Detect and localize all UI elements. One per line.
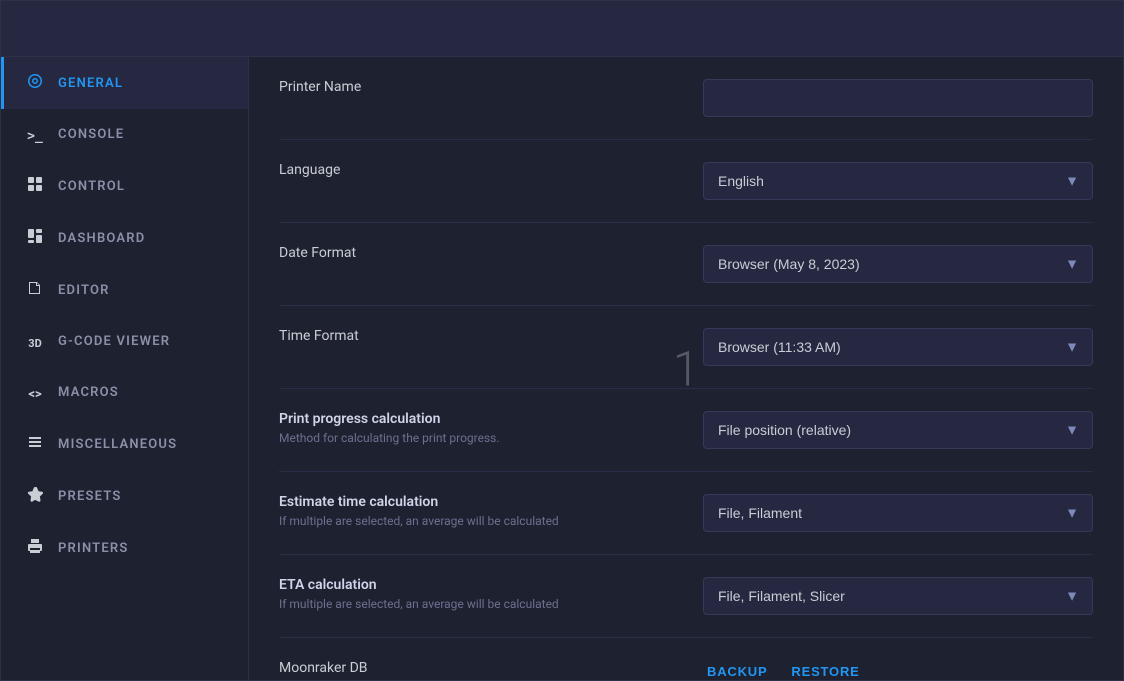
- sidebar-item-console[interactable]: >_ CONSOLE: [1, 109, 248, 160]
- sidebar-item-general[interactable]: GENERAL: [1, 57, 248, 109]
- gcode-viewer-icon: 3D: [24, 332, 46, 351]
- control-icon: [24, 176, 46, 196]
- sidebar-item-dashboard[interactable]: DASHBOARD: [1, 212, 248, 264]
- setting-label-estimate-time: Estimate time calculation: [279, 494, 683, 510]
- setting-row-moonraker-db: Moonraker DB BACKUP RESTORE: [279, 638, 1093, 680]
- setting-label-date-format: Date Format: [279, 245, 683, 261]
- select-wrapper-estimate-time: File, FilamentFileFilamentSlicer▼: [703, 494, 1093, 532]
- select-estimate-time[interactable]: File, FilamentFileFilamentSlicer: [703, 494, 1093, 532]
- setting-row-estimate-time: Estimate time calculation If multiple are…: [279, 472, 1093, 555]
- sidebar-item-printers[interactable]: PRINTERS: [1, 522, 248, 574]
- sidebar-item-gcode-viewer[interactable]: 3D G-CODE VIEWER: [1, 316, 248, 367]
- setting-control-date-format: Browser (May 8, 2023)MM/DD/YYYYDD/MM/YYY…: [703, 245, 1093, 283]
- setting-control-estimate-time: File, FilamentFileFilamentSlicer▼: [703, 494, 1093, 532]
- close-button[interactable]: [1087, 25, 1103, 33]
- setting-label-print-progress: Print progress calculation: [279, 411, 683, 427]
- sidebar-item-label-general: GENERAL: [58, 76, 123, 91]
- setting-label-eta-calculation: ETA calculation: [279, 577, 683, 593]
- sidebar-item-miscellaneous[interactable]: MISCELLANEOUS: [1, 418, 248, 470]
- setting-label-area-estimate-time: Estimate time calculation If multiple are…: [279, 494, 683, 528]
- backup-button[interactable]: BACKUP: [703, 660, 771, 680]
- modal-body: GENERAL >_ CONSOLE CONTROL DASHBOARD EDI…: [1, 57, 1123, 680]
- setting-row-date-format: Date Format Browser (May 8, 2023)MM/DD/YY…: [279, 223, 1093, 306]
- select-wrapper-eta-calculation: File, Filament, SlicerFileFilamentSlicer…: [703, 577, 1093, 615]
- sidebar-item-label-printers: PRINTERS: [58, 541, 128, 556]
- printers-icon: [24, 538, 46, 558]
- select-eta-calculation[interactable]: File, Filament, SlicerFileFilamentSlicer: [703, 577, 1093, 615]
- sidebar-item-label-control: CONTROL: [58, 179, 125, 194]
- setting-row-print-progress: Print progress calculation Method for cal…: [279, 389, 1093, 472]
- sidebar-item-label-console: CONSOLE: [58, 127, 124, 142]
- general-icon: [24, 73, 46, 93]
- presets-icon: [24, 486, 46, 506]
- setting-sublabel-print-progress: Method for calculating the print progres…: [279, 431, 683, 445]
- restore-button[interactable]: RESTORE: [787, 660, 863, 680]
- sidebar-item-macros[interactable]: <> MACROS: [1, 367, 248, 418]
- setting-control-language: EnglishGermanFrenchSpanish▼: [703, 162, 1093, 200]
- sidebar: GENERAL >_ CONSOLE CONTROL DASHBOARD EDI…: [1, 57, 249, 680]
- select-print-progress[interactable]: File position (relative)File position (a…: [703, 411, 1093, 449]
- setting-label-printer-name: Printer Name: [279, 79, 683, 95]
- sidebar-item-label-editor: EDITOR: [58, 283, 110, 298]
- select-language[interactable]: EnglishGermanFrenchSpanish: [703, 162, 1093, 200]
- setting-sublabel-estimate-time: If multiple are selected, an average wil…: [279, 514, 683, 528]
- setting-row-printer-name: Printer Name: [279, 57, 1093, 140]
- setting-label-area-language: Language: [279, 162, 683, 178]
- console-icon: >_: [24, 125, 46, 144]
- select-date-format[interactable]: Browser (May 8, 2023)MM/DD/YYYYDD/MM/YYY…: [703, 245, 1093, 283]
- editor-icon: [24, 280, 46, 300]
- setting-label-language: Language: [279, 162, 683, 178]
- setting-label-moonraker-db: Moonraker DB: [279, 660, 683, 676]
- dashboard-icon: [24, 228, 46, 248]
- setting-control-print-progress: File position (relative)File position (a…: [703, 411, 1093, 449]
- setting-label-area-printer-name: Printer Name: [279, 79, 683, 95]
- sidebar-item-label-dashboard: DASHBOARD: [58, 231, 145, 246]
- interface-settings-modal: GENERAL >_ CONSOLE CONTROL DASHBOARD EDI…: [0, 0, 1124, 681]
- miscellaneous-icon: [24, 434, 46, 454]
- setting-control-time-format: Browser (11:33 AM)24-hour12-hour▼: [703, 328, 1093, 366]
- sidebar-item-label-macros: MACROS: [58, 385, 119, 400]
- sidebar-item-label-miscellaneous: MISCELLANEOUS: [58, 437, 177, 452]
- setting-label-area-time-format: Time Format: [279, 328, 683, 344]
- setting-row-eta-calculation: ETA calculation If multiple are selected,…: [279, 555, 1093, 638]
- setting-label-area-print-progress: Print progress calculation Method for cal…: [279, 411, 683, 445]
- sidebar-item-label-presets: PRESETS: [58, 489, 122, 504]
- sidebar-item-label-gcode-viewer: G-CODE VIEWER: [58, 334, 170, 349]
- text-input-printer-name[interactable]: [703, 79, 1093, 117]
- sidebar-item-editor[interactable]: EDITOR: [1, 264, 248, 316]
- modal-header: [1, 1, 1123, 57]
- setting-row-language: Language EnglishGermanFrenchSpanish▼: [279, 140, 1093, 223]
- sidebar-item-control[interactable]: CONTROL: [1, 160, 248, 212]
- setting-control-eta-calculation: File, Filament, SlicerFileFilamentSlicer…: [703, 577, 1093, 615]
- sidebar-item-presets[interactable]: PRESETS: [1, 470, 248, 522]
- setting-label-area-moonraker-db: Moonraker DB: [279, 660, 683, 676]
- setting-sublabel-eta-calculation: If multiple are selected, an average wil…: [279, 597, 683, 611]
- setting-label-time-format: Time Format: [279, 328, 683, 344]
- select-wrapper-language: EnglishGermanFrenchSpanish▼: [703, 162, 1093, 200]
- macros-icon: <>: [24, 383, 46, 402]
- select-wrapper-date-format: Browser (May 8, 2023)MM/DD/YYYYDD/MM/YYY…: [703, 245, 1093, 283]
- moonraker-db-controls: BACKUP RESTORE: [703, 660, 1093, 680]
- select-wrapper-time-format: Browser (11:33 AM)24-hour12-hour▼: [703, 328, 1093, 366]
- setting-label-area-date-format: Date Format: [279, 245, 683, 261]
- setting-label-area-eta-calculation: ETA calculation If multiple are selected,…: [279, 577, 683, 611]
- settings-content: 1Printer NameLanguageEnglishGermanFrench…: [249, 57, 1123, 680]
- setting-row-time-format: Time Format Browser (11:33 AM)24-hour12-h…: [279, 306, 1093, 389]
- setting-control-moonraker-db: BACKUP RESTORE: [703, 660, 1093, 680]
- select-time-format[interactable]: Browser (11:33 AM)24-hour12-hour: [703, 328, 1093, 366]
- select-wrapper-print-progress: File position (relative)File position (a…: [703, 411, 1093, 449]
- setting-control-printer-name: [703, 79, 1093, 117]
